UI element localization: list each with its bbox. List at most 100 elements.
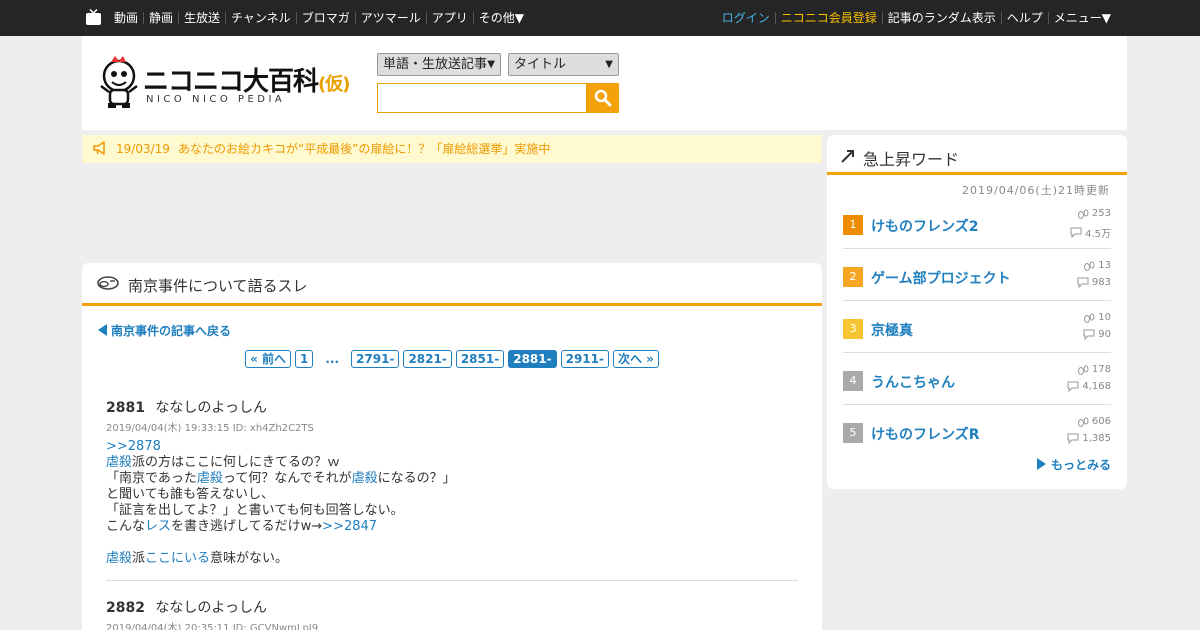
comment-icon xyxy=(1083,329,1095,340)
back-link-label: 南京事件の記事へ戻る xyxy=(111,324,232,338)
response-body: >>2878 虐殺派の方はここに何しにきてるの？ｗ 「南京であった虐殺って何？な… xyxy=(106,439,798,567)
global-nav-bar: 動画 静画 生放送 チャンネル ブロマガ アツマール アプリ その他▼ ログイン… xyxy=(0,0,1200,36)
keyword-link[interactable]: 虐殺 xyxy=(197,471,223,486)
pager-page-button[interactable]: 2911- xyxy=(560,350,609,368)
rank-number-badge: 3 xyxy=(843,319,863,339)
nav-live[interactable]: 生放送 xyxy=(178,12,225,24)
view-count: 253 xyxy=(1077,208,1111,219)
news-date: 19/03/19 xyxy=(116,142,170,156)
nav-blomaga[interactable]: ブロマガ xyxy=(295,12,355,24)
comment-count-value: 1,385 xyxy=(1082,433,1111,444)
rank-number-badge: 5 xyxy=(843,423,863,443)
response-number[interactable]: 2881 xyxy=(106,400,145,416)
news-text[interactable]: あなたのお絵カキコが“平成最後”の扉絵に！？「扉絵総選挙」実施中 xyxy=(178,135,550,163)
search-type-select[interactable]: 単語・生放送記事 ▼ xyxy=(377,53,501,76)
logo-subtitle: NICO NICO PEDIA xyxy=(146,94,286,105)
body-text: 派 xyxy=(132,551,146,566)
response-header: 2881 ななしのよっしん xyxy=(106,397,798,417)
search-target-select[interactable]: タイトル ▼ xyxy=(508,53,619,76)
pager-ellipsis: ... xyxy=(325,352,340,366)
trending-updated: 2019/04/06(土)21時更新 xyxy=(962,184,1110,197)
random-article-link[interactable]: 記事のランダム表示 xyxy=(881,12,1001,24)
pagination: « 前へ 1 ... 2791- 2821- 2851- 2881- 2911-… xyxy=(82,350,822,368)
keyword-link[interactable]: 虐殺 xyxy=(106,551,132,566)
response-meta: 2019/04/04(木) 20:35:11 ID: GCVNwmLpJ9 xyxy=(106,623,319,630)
triangle-left-icon xyxy=(98,324,107,336)
keyword-link[interactable]: 虐殺 xyxy=(106,455,132,470)
nav-app[interactable]: アプリ xyxy=(425,12,473,24)
trending-item[interactable]: 2 ゲーム部プロジェクト 13 983 xyxy=(843,249,1111,301)
nav-channel[interactable]: チャンネル xyxy=(225,12,296,24)
pager-first-button[interactable]: 1 xyxy=(295,350,314,368)
mascot-icon xyxy=(100,56,138,108)
niconico-tv-icon[interactable] xyxy=(85,9,102,26)
trending-item-name[interactable]: 京極真 xyxy=(871,320,913,340)
search-icon xyxy=(594,89,612,107)
response-author: ななしのよっしん xyxy=(155,400,268,416)
keyword-link[interactable]: レス xyxy=(145,519,171,534)
trending-item[interactable]: 5 けものフレンズR 606 1,385 xyxy=(843,405,1111,457)
trending-item[interactable]: 4 うんこちゃん 178 4,168 xyxy=(843,353,1111,405)
pager-page-button[interactable]: 2821- xyxy=(403,350,452,368)
trending-up-icon xyxy=(841,150,854,163)
pager-prev-button[interactable]: « 前へ xyxy=(245,350,291,368)
footprint-icon xyxy=(1077,417,1089,427)
comment-count: 1,385 xyxy=(1067,433,1111,444)
body-text: 意味がない。 xyxy=(210,551,289,566)
pager-page-button[interactable]: 2851- xyxy=(455,350,505,368)
trending-item[interactable]: 3 京極真 10 90 xyxy=(843,301,1111,353)
body-text: 「南京であった xyxy=(106,471,197,486)
keyword-link[interactable]: 虐殺 xyxy=(352,471,378,486)
trending-title: 急上昇ワード xyxy=(863,150,960,169)
response-anchor-link[interactable]: >>2878 xyxy=(106,439,161,454)
comment-icon xyxy=(1077,277,1089,288)
response-meta: 2019/04/04(木) 19:33:15 ID: xh4Zh2C2TS xyxy=(106,423,314,434)
thread-header: 南京事件について語るスレ xyxy=(82,263,822,306)
logo-kakko: (仮) xyxy=(318,74,350,95)
response-number[interactable]: 2882 xyxy=(106,600,145,616)
nav-other-menu[interactable]: その他▼ xyxy=(472,12,529,24)
pager-next-button[interactable]: 次へ » xyxy=(613,350,659,368)
back-to-article-link[interactable]: 南京事件の記事へ戻る xyxy=(98,322,231,339)
news-bar[interactable]: 19/03/19 あなたのお絵カキコが“平成最後”の扉絵に！？「扉絵総選挙」実施… xyxy=(82,135,822,163)
comment-icon xyxy=(1067,433,1079,444)
search-button[interactable] xyxy=(587,83,619,113)
trending-item-name[interactable]: うんこちゃん xyxy=(871,372,955,392)
search-input[interactable] xyxy=(377,83,587,113)
response-item: 2882 ななしのよっしん 2019/04/04(木) 20:35:11 ID:… xyxy=(106,597,798,630)
keyword-link[interactable]: ここにいる xyxy=(145,551,210,566)
trending-words-panel: 急上昇ワード 2019/04/06(土)21時更新 1 けものフレンズ2 253 4.… xyxy=(827,135,1127,489)
register-link[interactable]: ニコニコ会員登録 xyxy=(774,12,882,24)
response-anchor-link[interactable]: >>2847 xyxy=(322,519,377,534)
response-header: 2882 ななしのよっしん xyxy=(106,597,798,617)
site-logo[interactable]: ニコニコ大百科(仮) NICO NICO PEDIA xyxy=(99,56,350,112)
comment-count: 4,168 xyxy=(1067,381,1111,392)
menu-dropdown[interactable]: メニュー▼ xyxy=(1047,12,1116,24)
pager-page-button[interactable]: 2791- xyxy=(351,350,400,368)
more-link[interactable]: もっとみる xyxy=(1036,456,1111,473)
rank-number-badge: 1 xyxy=(843,215,863,235)
nav-atsumaru[interactable]: アツマール xyxy=(354,12,426,24)
view-count: 606 xyxy=(1077,416,1111,427)
help-link[interactable]: ヘルプ xyxy=(1000,12,1048,24)
trending-item-name[interactable]: ゲーム部プロジェクト xyxy=(871,268,1011,288)
login-link[interactable]: ログイン xyxy=(717,12,775,24)
rank-number-badge: 2 xyxy=(843,267,863,287)
thread-icon xyxy=(97,276,119,290)
nav-douga[interactable]: 動画 xyxy=(109,12,143,24)
trending-item-name[interactable]: けものフレンズ2 xyxy=(871,216,978,236)
view-count-value: 178 xyxy=(1091,364,1111,375)
response-author: ななしのよっしん xyxy=(155,600,268,616)
comment-count: 90 xyxy=(1083,329,1111,340)
triangle-right-icon xyxy=(1036,458,1046,470)
footprint-icon xyxy=(1077,365,1089,375)
trending-item[interactable]: 1 けものフレンズ2 253 4.5万 xyxy=(843,197,1111,249)
trending-item-name[interactable]: けものフレンズR xyxy=(871,424,980,444)
body-text: を書き逃げしてるだけw→ xyxy=(171,519,323,534)
view-count: 13 xyxy=(1083,260,1111,271)
thread-panel: 南京事件について語るスレ 南京事件の記事へ戻る « 前へ 1 ... 2791-… xyxy=(82,263,822,630)
view-count-value: 253 xyxy=(1091,208,1111,219)
thread-title: 南京事件について語るスレ xyxy=(128,277,308,295)
logo-title: ニコニコ大百科(仮) xyxy=(143,67,350,97)
nav-seiga[interactable]: 静画 xyxy=(143,12,178,24)
